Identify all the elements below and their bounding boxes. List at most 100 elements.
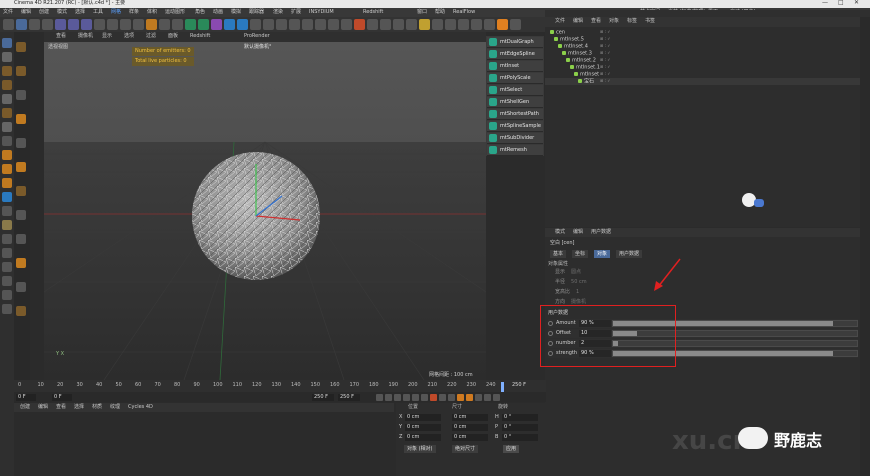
- mode-tool-button[interactable]: [2, 276, 12, 286]
- preview-end-field[interactable]: 250 F: [338, 394, 360, 401]
- toolbar-button[interactable]: [302, 19, 313, 30]
- mode-tool-button[interactable]: [2, 66, 12, 76]
- viewport-menu-item[interactable]: 过滤: [146, 34, 156, 39]
- snap-tool-button[interactable]: [16, 186, 26, 196]
- snap-tool-button[interactable]: [16, 258, 26, 268]
- end-frame-field[interactable]: 250 F: [312, 394, 334, 401]
- object-menu-item[interactable]: 文件: [555, 19, 565, 24]
- menu-item[interactable]: 扩展: [291, 10, 301, 15]
- toolbar-button[interactable]: [471, 19, 482, 30]
- start-frame-field[interactable]: 0 F: [52, 394, 72, 401]
- playback-button[interactable]: [457, 394, 464, 401]
- attribute-tab[interactable]: 坐标: [572, 250, 589, 258]
- toolbar-button[interactable]: [263, 19, 274, 30]
- playback-button[interactable]: [385, 394, 392, 401]
- playhead[interactable]: [501, 382, 504, 392]
- playback-button[interactable]: [448, 394, 455, 401]
- coord-mode-select[interactable]: 对象 (相对): [404, 445, 436, 453]
- property-value[interactable]: 50 cm: [571, 280, 587, 285]
- toolbar-button[interactable]: [458, 19, 469, 30]
- menu-item[interactable]: 窗口: [417, 10, 427, 15]
- attribute-tab[interactable]: 对象: [594, 250, 611, 258]
- menu-item[interactable]: 渲染: [273, 10, 283, 15]
- menu-item[interactable]: 模拟: [231, 10, 241, 15]
- toolbar-button[interactable]: [315, 19, 326, 30]
- object-menu-item[interactable]: 编辑: [573, 19, 583, 24]
- attribute-menu-item[interactable]: 模式: [555, 230, 565, 235]
- toolbar-button[interactable]: [224, 19, 235, 30]
- snap-tool-button[interactable]: [16, 282, 26, 292]
- mode-tool-button[interactable]: [2, 94, 12, 104]
- playback-button[interactable]: [430, 394, 437, 401]
- apply-button[interactable]: 应用: [503, 445, 520, 453]
- toolbar-button[interactable]: [68, 19, 79, 30]
- toolbar-button[interactable]: [16, 19, 27, 30]
- material-menu-item[interactable]: 材质: [92, 405, 102, 410]
- toolbar-button[interactable]: [172, 19, 183, 30]
- playback-button[interactable]: [403, 394, 410, 401]
- toolbar-button[interactable]: [406, 19, 417, 30]
- snap-tool-button[interactable]: [16, 114, 26, 124]
- mode-tool-button[interactable]: [2, 234, 12, 244]
- material-menu-item[interactable]: 纹理: [110, 405, 120, 410]
- toolbar-button[interactable]: [484, 19, 495, 30]
- toolbar-button[interactable]: [341, 19, 352, 30]
- mode-tool-button[interactable]: [2, 192, 12, 202]
- menu-item[interactable]: 体积: [147, 10, 157, 15]
- camera-label[interactable]: 默认摄像机°: [244, 45, 272, 50]
- snap-tool-button[interactable]: [16, 42, 26, 52]
- object-flags[interactable]: ⊞ : ✓: [600, 79, 611, 86]
- object-menu-item[interactable]: 查看: [591, 19, 601, 24]
- attribute-menu-item[interactable]: 用户数据: [591, 230, 611, 235]
- toolbar-button[interactable]: [276, 19, 287, 30]
- coord-position-field[interactable]: 0 cm: [405, 414, 441, 421]
- mode-tool-button[interactable]: [2, 38, 12, 48]
- viewport-menu-item[interactable]: Redshift: [190, 34, 210, 39]
- attribute-tab[interactable]: 用户数据: [616, 250, 643, 258]
- mode-tool-button[interactable]: [2, 178, 12, 188]
- toolbar-button[interactable]: [29, 19, 40, 30]
- menu-item[interactable]: Redshift: [363, 10, 383, 15]
- playback-button[interactable]: [412, 394, 419, 401]
- toolbar-button[interactable]: [55, 19, 66, 30]
- mode-tool-button[interactable]: [2, 206, 12, 216]
- playback-button[interactable]: [493, 394, 500, 401]
- right-side-tabs[interactable]: [860, 17, 870, 476]
- minimize-button[interactable]: —: [822, 0, 828, 6]
- snap-tool-button[interactable]: [16, 162, 26, 172]
- menu-item[interactable]: 动画: [213, 10, 223, 15]
- property-value[interactable]: 1: [576, 290, 579, 295]
- toolbar-button[interactable]: [146, 19, 157, 30]
- viewport-menu-item[interactable]: 显示: [102, 34, 112, 39]
- toolbar-button[interactable]: [510, 19, 521, 30]
- palette-tool-mtdualgraph[interactable]: mtDualGraph: [487, 37, 543, 48]
- viewport-menu-item[interactable]: 查看: [56, 34, 66, 39]
- palette-tool-mtinset[interactable]: mtInset: [487, 61, 543, 72]
- menu-item[interactable]: 运动图形: [165, 10, 185, 15]
- icosphere-model[interactable]: [190, 150, 322, 282]
- menu-item[interactable]: 编辑: [21, 10, 31, 15]
- coord-rotation-field[interactable]: 0 °: [502, 434, 538, 441]
- viewport-menu-item[interactable]: 选项: [124, 34, 134, 39]
- toolbar-button[interactable]: [328, 19, 339, 30]
- coord-size-field[interactable]: 0 cm: [452, 414, 488, 421]
- toolbar-button[interactable]: [94, 19, 105, 30]
- palette-tool-mtselect[interactable]: mtSelect: [487, 85, 543, 96]
- playback-button[interactable]: [376, 394, 383, 401]
- maximize-button[interactable]: □: [838, 0, 844, 6]
- playback-button[interactable]: [475, 394, 482, 401]
- snap-tool-button[interactable]: [16, 306, 26, 316]
- snap-tool-button[interactable]: [16, 138, 26, 148]
- toolbar-button[interactable]: [3, 19, 14, 30]
- mode-tool-button[interactable]: [2, 220, 12, 230]
- mode-tool-button[interactable]: [2, 248, 12, 258]
- mode-tool-button[interactable]: [2, 136, 12, 146]
- mode-tool-button[interactable]: [2, 150, 12, 160]
- toolbar-button[interactable]: [289, 19, 300, 30]
- material-menu-item[interactable]: 编辑: [38, 405, 48, 410]
- coord-size-field[interactable]: 0 cm: [452, 434, 488, 441]
- object-menu-item[interactable]: 对象: [609, 19, 619, 24]
- toolbar-button[interactable]: [419, 19, 430, 30]
- playback-button[interactable]: [394, 394, 401, 401]
- menu-item[interactable]: RealFlow: [453, 10, 475, 15]
